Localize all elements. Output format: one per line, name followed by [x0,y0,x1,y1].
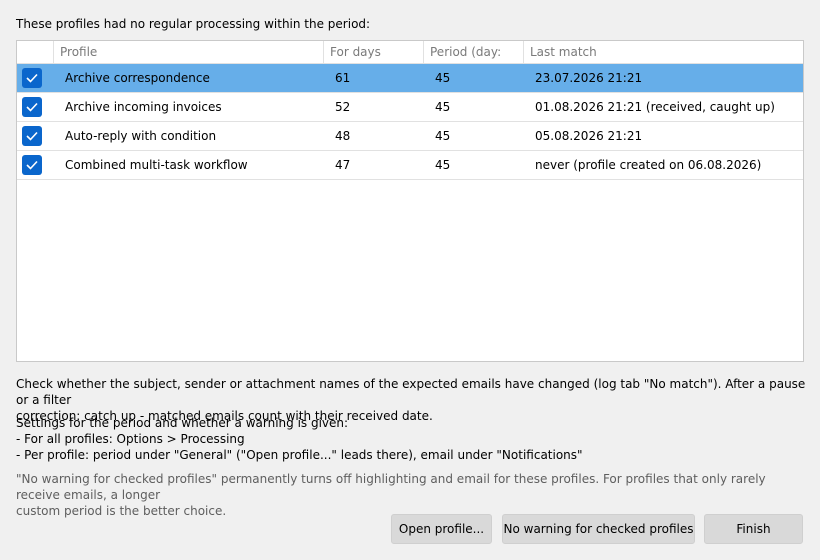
settings-line: Settings for the period and whether a wa… [16,416,349,430]
table-row[interactable]: Combined multi-task workflow 47 45 never… [17,151,803,180]
for-days-value: 52 [335,100,351,114]
period-value: 45 [435,100,451,114]
dialog-heading: These profiles had no regular processing… [16,17,371,31]
last-match-value: never (profile created on 06.08.2026) [535,158,762,172]
profile-name: Archive incoming invoices [65,100,222,114]
column-header-last-match[interactable]: Last match [523,41,803,63]
last-match-value: 23.07.2026 21:21 [535,71,643,85]
settings-text: Settings for the period and whether a wa… [16,415,806,463]
for-days-value: 61 [335,71,351,85]
table-row[interactable]: Auto-reply with condition 48 45 05.08.20… [17,122,803,151]
checkmark-icon [26,160,38,170]
checkmark-icon [26,73,38,83]
note-text: "No warning for checked profiles" perman… [16,471,806,519]
last-match-value: 05.08.2026 21:21 [535,129,643,143]
for-days-value: 48 [335,129,351,143]
row-checkbox[interactable] [22,126,42,146]
profile-name: Combined multi-task workflow [65,158,248,172]
row-checkbox[interactable] [22,68,42,88]
column-header-profile[interactable]: Profile [53,41,323,63]
table-row[interactable]: Archive correspondence 61 45 23.07.2026 … [17,64,803,93]
column-header-check[interactable] [17,41,53,63]
note-line: "No warning for checked profiles" perman… [16,472,766,502]
profiles-table: Profile For days Period (day: Last match… [16,40,804,362]
column-header-for-days[interactable]: For days [323,41,423,63]
table-row[interactable]: Archive incoming invoices 52 45 01.08.20… [17,93,803,122]
profile-name: Auto-reply with condition [65,129,217,143]
period-value: 45 [435,158,451,172]
column-header-period[interactable]: Period (day: [423,41,523,63]
hint-line: Check whether the subject, sender or att… [16,377,806,407]
open-profile-button[interactable]: Open profile... [391,514,492,544]
period-value: 45 [435,71,451,85]
checkmark-icon [26,131,38,141]
table-header: Profile For days Period (day: Last match [17,41,803,64]
checkmark-icon [26,102,38,112]
row-checkbox[interactable] [22,155,42,175]
last-match-value: 01.08.2026 21:21 (received, caught up) [535,100,775,114]
for-days-value: 47 [335,158,351,172]
settings-line: - Per profile: period under "General" ("… [16,448,583,462]
period-value: 45 [435,129,451,143]
no-warning-button[interactable]: No warning for checked profiles [502,514,695,544]
finish-button[interactable]: Finish [704,514,803,544]
profile-name: Archive correspondence [65,71,210,85]
row-checkbox[interactable] [22,97,42,117]
settings-line: - For all profiles: Options > Processing [16,432,245,446]
